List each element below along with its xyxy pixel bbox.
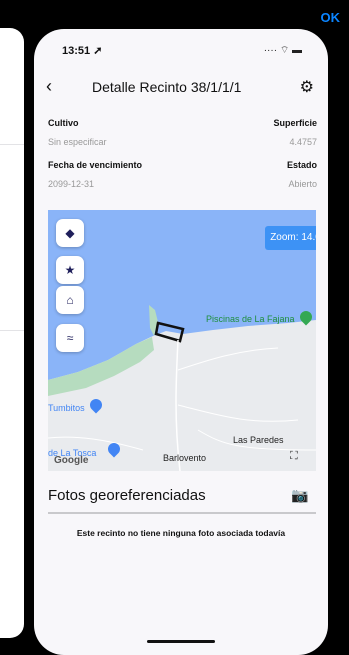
place-label-barlovento: Barlovento xyxy=(163,453,207,463)
expand-icon[interactable]: ⛶ xyxy=(290,450,298,463)
status-icons: ···· ⌔ ▬ xyxy=(263,45,302,56)
star-icon: ★ xyxy=(64,263,76,277)
divider xyxy=(0,330,24,331)
cultivo-value: Sin especificar xyxy=(48,137,107,147)
info-row-3: Fecha de vencimiento Estado xyxy=(48,160,317,170)
ok-button[interactable]: OK xyxy=(321,10,341,25)
divider xyxy=(0,144,24,145)
back-chevron-icon[interactable]: ‹ xyxy=(46,76,52,97)
home-indicator xyxy=(147,640,215,643)
clock: 13:51 ➚ xyxy=(62,45,103,57)
photos-section-title: Fotos georeferenciadas xyxy=(48,487,206,504)
fecha-value: 2099-12-31 xyxy=(48,179,95,189)
cultivo-label: Cultivo xyxy=(48,118,79,128)
fecha-label: Fecha de vencimiento xyxy=(48,160,143,170)
layers-icon: ◆ xyxy=(65,226,75,240)
superficie-value: 4.4757 xyxy=(289,137,317,147)
layers-button[interactable]: ◆ xyxy=(56,219,84,247)
google-logo: Google xyxy=(54,455,89,466)
mountain-icon: ≈ xyxy=(66,331,74,345)
divider xyxy=(48,512,316,514)
favorites-button[interactable]: ★ xyxy=(56,256,84,284)
poi-label-tumbitos: Tumbitos xyxy=(48,403,85,413)
place-label-las-paredes: Las Paredes xyxy=(233,435,284,445)
info-row-1: Cultivo Superficie xyxy=(48,118,317,128)
previous-sheet-card xyxy=(0,28,24,638)
info-row-4: 2099-12-31 Abierto xyxy=(48,179,317,189)
detail-sheet: 13:51 ➚ ···· ⌔ ▬ ‹ Detalle Recinto 38/1/… xyxy=(34,29,328,655)
home-icon: ⌂ xyxy=(66,293,74,307)
navigation-bar: ‹ Detalle Recinto 38/1/1/1 ⚙ xyxy=(34,73,328,101)
location-arrow-icon: ➚ xyxy=(93,45,103,57)
status-bar: 13:51 ➚ ···· ⌔ ▬ xyxy=(34,29,328,57)
superficie-label: Superficie xyxy=(273,118,317,128)
terrain-button[interactable]: ≈ xyxy=(56,324,84,352)
camera-icon[interactable]: 📷 xyxy=(291,487,308,504)
gear-icon[interactable]: ⚙ xyxy=(300,77,314,97)
empty-photos-message: Este recinto no tiene ninguna foto asoci… xyxy=(76,528,286,538)
info-row-2: Sin especificar 4.4757 xyxy=(48,137,317,147)
estado-value: Abierto xyxy=(288,179,317,189)
map-view[interactable]: ◆ ★ ⌂ ≈ Zoom: 14.0 Piscinas de La Fajana… xyxy=(48,210,316,471)
home-button[interactable]: ⌂ xyxy=(56,286,84,314)
estado-label: Estado xyxy=(286,160,317,170)
page-title: Detalle Recinto 38/1/1/1 xyxy=(92,79,242,95)
poi-label-piscinas: Piscinas de La Fajana xyxy=(206,314,295,324)
zoom-chip: Zoom: 14.0 xyxy=(265,226,316,250)
